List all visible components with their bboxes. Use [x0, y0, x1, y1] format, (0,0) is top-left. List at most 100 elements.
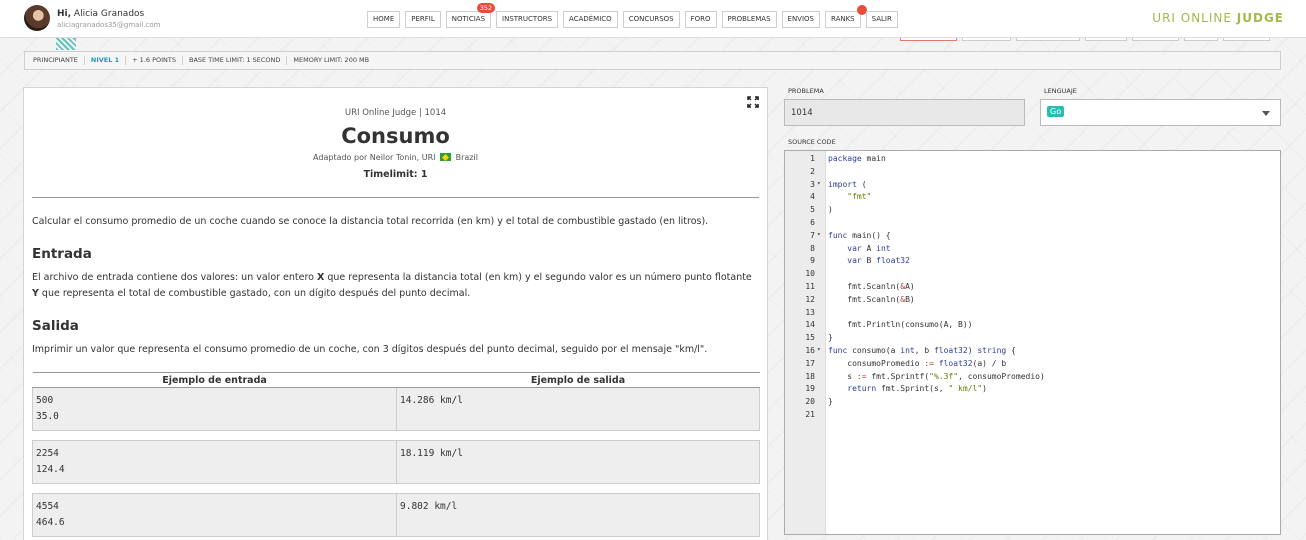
nav-foro[interactable]: FORO — [684, 11, 717, 28]
hidden-tab[interactable] — [1132, 38, 1179, 41]
expand-icon[interactable] — [747, 96, 759, 108]
input-description: El archivo de entrada contiene dos valor… — [32, 270, 760, 302]
fold-arrow-icon[interactable]: ▾ — [817, 346, 821, 353]
points: + 1.6 POINTS — [126, 56, 183, 65]
line-number: 5 — [810, 205, 815, 215]
code-text: func main() { — [828, 230, 891, 240]
level: NIVEL 1 — [85, 56, 127, 65]
output-heading: Salida — [32, 318, 79, 334]
example-output: 18.119 km/l — [396, 440, 760, 484]
input-var-y: Y — [32, 288, 39, 299]
logo-part-1: URI ONLINE — [1152, 11, 1237, 25]
nav-label: PERFIL — [411, 15, 435, 23]
code-text: var B float32 — [847, 256, 910, 266]
user-greeting: Hi, Alicia Granados — [57, 9, 144, 19]
hidden-tab[interactable] — [900, 38, 957, 41]
hidden-tab[interactable] — [1223, 38, 1270, 41]
input-text-1: El archivo de entrada contiene dos valor… — [32, 272, 318, 283]
code-text: import ( — [828, 179, 867, 189]
code-line: 8 var A int — [785, 244, 1280, 257]
example-row: 4554 464.6 9.802 km/l — [32, 493, 760, 537]
nav-salir[interactable]: SALIR — [865, 11, 898, 28]
nav-academico[interactable]: ACADÉMICO — [563, 11, 618, 28]
source-code-label: SOURCE CODE — [788, 138, 836, 146]
nav-label: ENVIOS — [787, 15, 814, 23]
language-select[interactable]: Go — [1040, 99, 1281, 126]
logo-part-2: JUDGE — [1236, 11, 1284, 25]
line-number: 3 — [810, 179, 815, 189]
language-value: Go — [1047, 106, 1065, 117]
code-line: 16 ▾ func consumo(a int, b float32) string… — [785, 346, 1280, 359]
fold-arrow-icon[interactable]: ▾ — [817, 231, 821, 238]
line-number: 17 — [805, 358, 815, 368]
row-gap — [32, 430, 397, 441]
hidden-tab[interactable] — [1184, 38, 1218, 41]
nav-home[interactable]: HOME — [367, 11, 401, 28]
example-input: 2254 124.4 — [32, 440, 397, 484]
code-text: fmt.Println(consumo(A, B)) — [828, 320, 973, 330]
site-logo[interactable]: URI ONLINE JUDGE — [1152, 11, 1284, 25]
line-number: 9 — [810, 256, 815, 266]
user-email: aliciagranados35@gmail.com — [57, 21, 161, 29]
example-row: 500 35.0 14.286 km/l — [32, 387, 760, 431]
caret-down-icon — [1262, 111, 1270, 116]
line-number: 18 — [805, 371, 815, 381]
line-number: 12 — [805, 294, 815, 304]
language-label: LENGUAJE — [1044, 87, 1077, 95]
code-line: 1 package main — [785, 154, 1280, 167]
hidden-tab[interactable] — [1016, 38, 1080, 41]
nav-label: PROBLEMAS — [727, 15, 771, 23]
code-text: fmt.Scanln(&A) — [828, 282, 915, 291]
line-number: 19 — [805, 384, 815, 394]
notification-badge: 352 — [476, 3, 496, 13]
code-text: consumoPromedio := float32(a) / b — [828, 358, 1007, 368]
nav-concursos[interactable]: CONCURSOS — [622, 11, 680, 28]
examples-table: Ejemplo de entrada Ejemplo de salida 500… — [32, 372, 760, 537]
line-number: 14 — [805, 320, 815, 330]
avatar[interactable] — [24, 5, 50, 31]
line-number: 1 — [810, 154, 815, 163]
time-limit: BASE TIME LIMIT: 1 SECOND — [183, 56, 288, 65]
row-gap — [396, 430, 760, 441]
code-text: s := fmt.Sprintf("%.3f", consumoPromedio… — [828, 371, 1045, 381]
nav-ranks[interactable]: RANKS — [824, 5, 867, 28]
nav-perfil[interactable]: PERFIL — [405, 11, 441, 28]
code-line: 3 ▾ import ( — [785, 180, 1280, 193]
nav-problemas[interactable]: PROBLEMAS — [721, 11, 777, 28]
nav-label: FORO — [690, 15, 711, 23]
timelimit: Timelimit: 1 — [363, 169, 428, 180]
nav-instructors[interactable]: INSTRUCTORS — [496, 11, 559, 28]
line-number: 7 — [810, 230, 815, 240]
code-line: 19 return fmt.Sprint(s, " km/l") — [785, 384, 1280, 397]
nav-label: SALIR — [871, 15, 892, 23]
code-line: 18 s := fmt.Sprintf("%.3f", consumoProme… — [785, 372, 1280, 385]
example-row: 2254 124.4 18.119 km/l — [32, 440, 760, 484]
code-line: 7 ▾ func main() { — [785, 231, 1280, 244]
user-name: Alicia Granados — [73, 9, 145, 19]
code-text: "fmt" — [847, 192, 872, 202]
code-line: 15} — [785, 333, 1280, 346]
fold-arrow-icon[interactable]: ▾ — [817, 180, 821, 187]
row-gap — [32, 483, 397, 494]
code-line: 14 fmt.Println(consumo(A, B)) — [785, 320, 1280, 333]
problem-title: Consumo — [341, 124, 450, 148]
code-line: 12 fmt.Scanln(&B) — [785, 295, 1280, 308]
nav-noticias[interactable]: NOTICIAS 352 — [445, 3, 496, 28]
example-input: 500 35.0 — [32, 387, 397, 431]
examples-output-header: Ejemplo de salida — [396, 372, 760, 388]
line-number: 21 — [805, 410, 815, 419]
hidden-tab[interactable] — [962, 38, 1011, 41]
problem-id-input[interactable]: 1014 — [784, 99, 1025, 126]
nav-envios[interactable]: ENVIOS — [781, 11, 820, 28]
line-number: 4 — [810, 192, 815, 202]
hidden-tab[interactable] — [1085, 38, 1127, 41]
line-number: 10 — [805, 269, 815, 279]
nav-label: RANKS — [830, 15, 855, 23]
code-text: var A int — [847, 243, 891, 253]
example-output: 14.286 km/l — [396, 387, 760, 431]
code-editor[interactable]: 1 package main 2 3 ▾ import (4 "fmt" 5) 6 7 ▾ func… — [784, 150, 1281, 535]
code-text: return fmt.Sprint(s, " km/l") — [847, 384, 987, 394]
line-number: 2 — [810, 166, 815, 176]
example-input: 4554 464.6 — [32, 493, 397, 537]
examples-input-header: Ejemplo de entrada — [32, 372, 397, 388]
